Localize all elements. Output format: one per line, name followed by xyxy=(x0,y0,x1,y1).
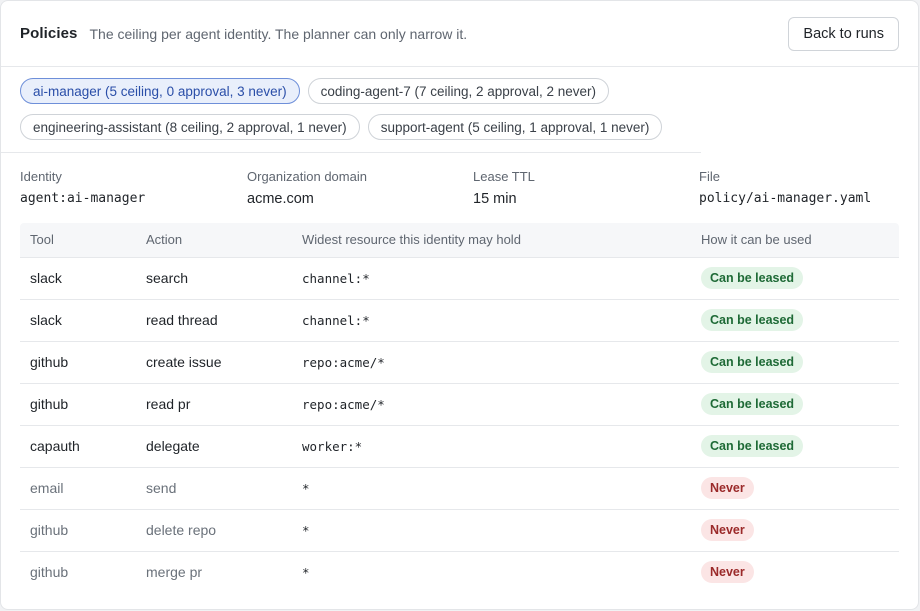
resource-cell: channel:* xyxy=(292,256,691,299)
action-cell: search xyxy=(136,256,292,299)
chip-ai-manager[interactable]: ai-manager (5 ceiling, 0 approval, 3 nev… xyxy=(20,78,300,104)
column-header-resource: Widest resource this identity may hold xyxy=(302,232,521,248)
resource-cell: repo:acme/* xyxy=(292,382,691,425)
table-row: slack read thread channel:* Can be lease… xyxy=(20,298,899,341)
column-header-usage: How it can be used xyxy=(701,232,812,248)
usage-cell: Never xyxy=(691,508,899,551)
tool-cell: capauth xyxy=(20,424,136,467)
tool-cell: github xyxy=(20,508,136,551)
lease-ttl-value: 15 min xyxy=(473,191,517,207)
file-label: File xyxy=(699,169,720,184)
table-row: email send * Never xyxy=(20,466,899,509)
action-cell: create issue xyxy=(136,340,292,383)
tool-cell: email xyxy=(20,466,136,509)
resource-cell: * xyxy=(292,466,691,509)
policies-panel: Policies The ceiling per agent identity.… xyxy=(0,0,919,610)
table-row: github merge pr * Never xyxy=(20,550,899,593)
meta-domain: Organization domain acme.com xyxy=(247,169,473,223)
status-badge: Can be leased xyxy=(701,393,804,415)
action-cell: read pr xyxy=(136,382,292,425)
usage-cell: Can be leased xyxy=(691,256,899,299)
tool-cell: github xyxy=(20,382,136,425)
resource-cell: * xyxy=(292,508,691,551)
tool-cell: github xyxy=(20,340,136,383)
status-badge: Can be leased xyxy=(701,351,804,373)
usage-cell: Can be leased xyxy=(691,298,899,341)
status-badge: Never xyxy=(701,519,754,541)
table-row: slack search channel:* Can be leased xyxy=(20,256,899,299)
usage-cell: Can be leased xyxy=(691,424,899,467)
action-cell: delegate xyxy=(136,424,292,467)
identity-value: agent:ai-manager xyxy=(20,191,146,206)
page-subtitle: The ceiling per agent identity. The plan… xyxy=(89,25,468,42)
action-cell: delete repo xyxy=(136,508,292,551)
resource-cell: * xyxy=(292,550,691,593)
policy-table: Tool Action Widest resource this identit… xyxy=(20,223,899,593)
status-badge: Can be leased xyxy=(701,267,804,289)
chip-coding-agent-7[interactable]: coding-agent-7 (7 ceiling, 2 approval, 2… xyxy=(307,78,610,104)
back-to-runs-button[interactable]: Back to runs xyxy=(788,16,899,51)
tool-cell: slack xyxy=(20,256,136,299)
tool-cell: github xyxy=(20,550,136,593)
policy-meta: Identity agent:ai-manager Organization d… xyxy=(1,153,918,223)
lease-ttl-label: Lease TTL xyxy=(473,169,535,184)
domain-value: acme.com xyxy=(247,191,314,207)
table-header-row: Tool Action Widest resource this identit… xyxy=(20,223,899,257)
identity-label: Identity xyxy=(20,169,62,184)
column-header-action: Action xyxy=(146,232,183,248)
usage-cell: Never xyxy=(691,550,899,593)
policy-table-wrap: Tool Action Widest resource this identit… xyxy=(20,223,899,593)
panel-header: Policies The ceiling per agent identity.… xyxy=(1,1,918,67)
resource-cell: worker:* xyxy=(292,424,691,467)
action-cell: merge pr xyxy=(136,550,292,593)
chip-support-agent[interactable]: support-agent (5 ceiling, 1 approval, 1 … xyxy=(367,114,663,140)
resource-cell: repo:acme/* xyxy=(292,340,691,383)
meta-identity: Identity agent:ai-manager xyxy=(20,169,247,223)
page-title: Policies xyxy=(20,25,78,42)
column-header-tool: Tool xyxy=(30,232,54,248)
table-row: github create issue repo:acme/* Can be l… xyxy=(20,340,899,383)
table-row: capauth delegate worker:* Can be leased xyxy=(20,424,899,467)
file-value: policy/ai-manager.yaml xyxy=(699,191,872,206)
domain-label: Organization domain xyxy=(247,169,367,184)
usage-cell: Can be leased xyxy=(691,382,899,425)
action-cell: send xyxy=(136,466,292,509)
meta-file: File policy/ai-manager.yaml xyxy=(699,169,871,223)
status-badge: Never xyxy=(701,561,754,584)
action-cell: read thread xyxy=(136,298,292,341)
status-badge: Can be leased xyxy=(701,435,804,457)
table-row: github read pr repo:acme/* Can be leased xyxy=(20,382,899,425)
status-badge: Never xyxy=(701,477,754,499)
tool-cell: slack xyxy=(20,298,136,341)
usage-cell: Can be leased xyxy=(691,340,899,383)
chip-engineering-assistant[interactable]: engineering-assistant (8 ceiling, 2 appr… xyxy=(20,114,360,140)
usage-cell: Never xyxy=(691,466,899,509)
identity-filter-chips: ai-manager (5 ceiling, 0 approval, 3 nev… xyxy=(1,67,701,153)
meta-lease-ttl: Lease TTL 15 min xyxy=(473,169,699,223)
table-row: github delete repo * Never xyxy=(20,508,899,551)
resource-cell: channel:* xyxy=(292,298,691,341)
status-badge: Can be leased xyxy=(701,309,804,331)
